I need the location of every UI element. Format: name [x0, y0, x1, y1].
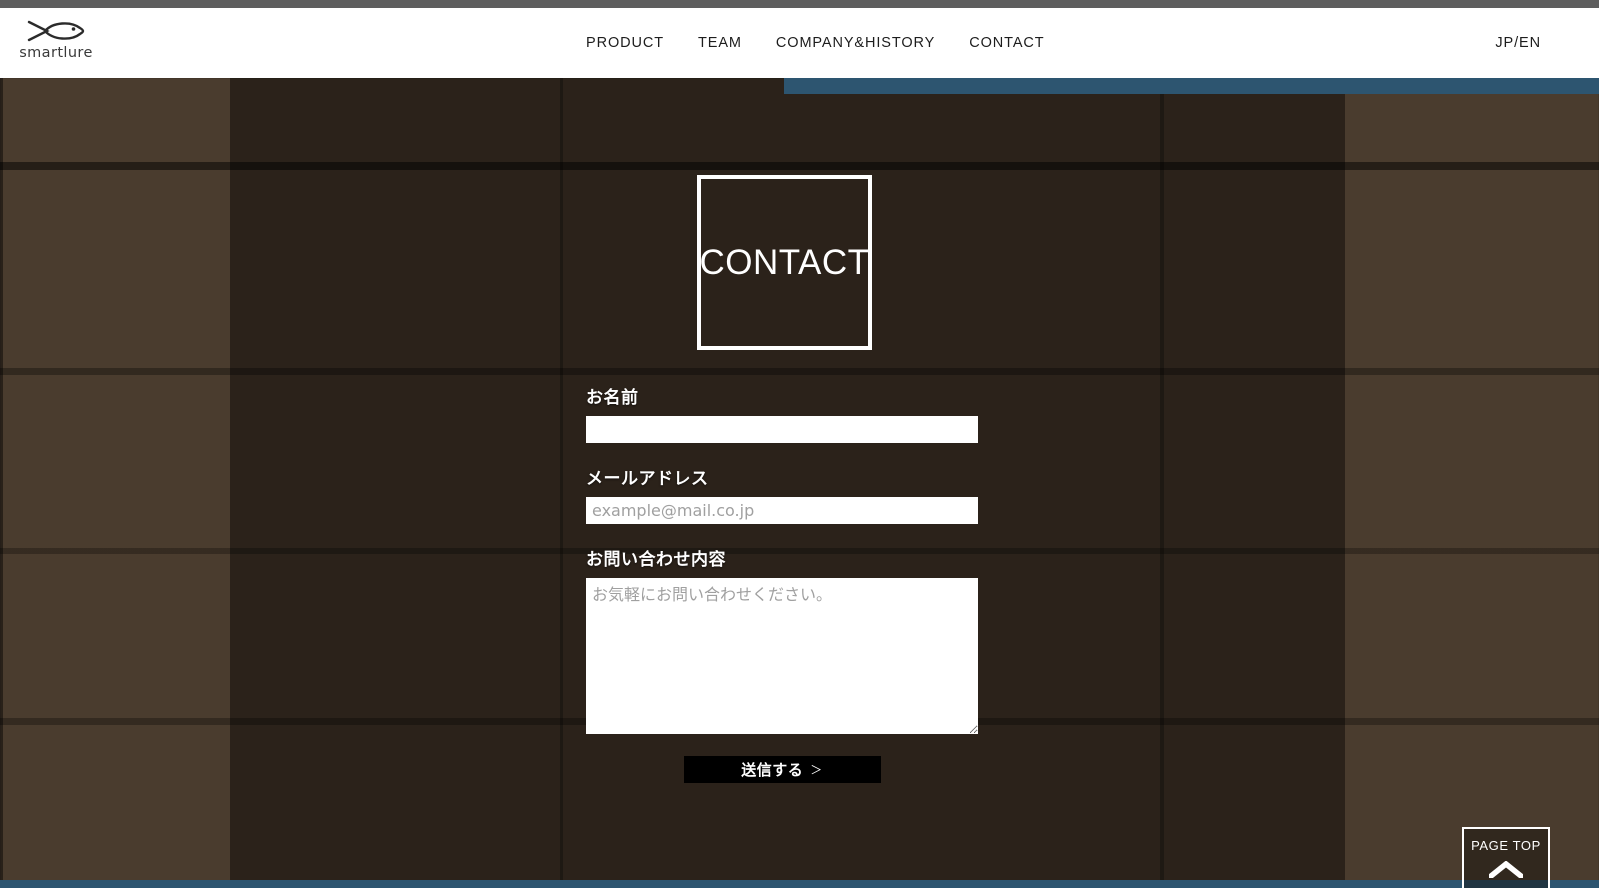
logo-wordmark: smartlure [19, 45, 93, 61]
chevron-right-icon: ＞ [810, 763, 823, 777]
page-title: CONTACT [699, 243, 870, 282]
chevron-up-icon [1489, 861, 1523, 878]
name-field-label: お名前 [586, 388, 639, 408]
nav-link-product[interactable]: PRODUCT [586, 29, 664, 57]
language-switch[interactable]: JP/EN [1495, 8, 1541, 78]
nav-link-team[interactable]: TEAM [698, 29, 742, 57]
email-field-label: メールアドレス [586, 469, 709, 489]
page-top-button[interactable]: PAGE TOP [1462, 827, 1550, 888]
footer-accent-bar [0, 880, 1599, 888]
nav-link-contact[interactable]: CONTACT [969, 29, 1044, 57]
contact-form: お名前 メールアドレス お問い合わせ内容 送信する ＞ [586, 383, 978, 783]
nav-link-company-history[interactable]: COMPANY&HISTORY [776, 29, 935, 57]
main-navigation: PRODUCT TEAM COMPANY&HISTORY CONTACT [586, 8, 1045, 78]
contact-title-box: CONTACT [697, 175, 872, 350]
submit-row: 送信する ＞ [586, 756, 978, 783]
fish-icon [27, 20, 85, 42]
submit-button-label: 送信する [741, 761, 804, 779]
name-input[interactable] [586, 416, 978, 443]
email-input[interactable] [586, 497, 978, 524]
browser-top-strip [0, 0, 1599, 8]
field-spacer [586, 443, 978, 464]
message-textarea[interactable] [586, 578, 978, 734]
message-field-label: お問い合わせ内容 [586, 550, 726, 570]
site-logo[interactable]: smartlure [16, 18, 96, 70]
submit-button[interactable]: 送信する ＞ [683, 756, 881, 783]
page-top-label: PAGE TOP [1471, 838, 1541, 853]
field-spacer [586, 524, 978, 545]
contact-section: CONTACT お名前 メールアドレス お問い合わせ内容 送信する ＞ [0, 78, 1599, 888]
site-header: smartlure PRODUCT TEAM COMPANY&HISTORY C… [0, 8, 1599, 78]
